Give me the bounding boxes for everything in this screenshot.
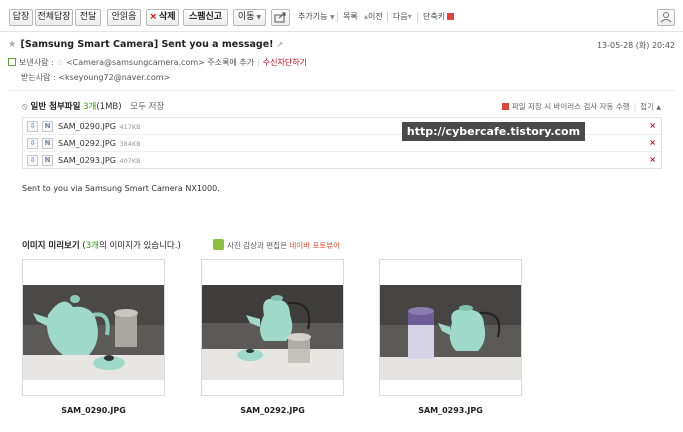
mail-subject-row: ★ [Samsung Smart Camera] Sent you a messa…: [8, 39, 283, 50]
checkbox-icon[interactable]: [8, 58, 16, 66]
photo-teapot-lid-strainer: [23, 285, 164, 380]
more-features-menu[interactable]: 추가기능 ▼: [298, 11, 335, 22]
mail-subject: [Samsung Smart Camera] Sent you a messag…: [20, 39, 274, 50]
download-icon[interactable]: ⇩: [27, 155, 38, 166]
image-count-text: 의 이미지가 있습니다.): [98, 241, 181, 251]
sender-address[interactable]: <Camera@samsungcamera.com>: [66, 58, 205, 67]
download-icon[interactable]: ⇩: [27, 138, 38, 149]
next-link[interactable]: 다음▾: [393, 11, 412, 22]
toolbar-divider: [417, 12, 418, 22]
thumbnail-filename[interactable]: SAM_0292.JPG: [201, 406, 344, 415]
attachment-name: SAM_0293.JPG: [58, 156, 116, 165]
photo-viewer-link[interactable]: 네이버 포토뷰어: [289, 241, 340, 250]
thumbnail-filename[interactable]: SAM_0290.JPG: [22, 406, 165, 415]
toolbar-divider: [387, 12, 388, 22]
recipient-row: 받는사람 : <kseyoung72@naver.com>: [21, 72, 170, 83]
paperclip-icon: ⦸: [22, 102, 28, 112]
mail-body-text: Sent to you via Samsung Smart Camera NX1…: [22, 184, 220, 193]
download-icon[interactable]: ⇩: [27, 121, 38, 132]
virus-scan-notice: 파일 저장 시 바이러스 검사 자동 수행: [511, 102, 630, 111]
image-thumbnail[interactable]: [379, 259, 522, 396]
shortcut-label: 단축키: [423, 12, 446, 21]
star-icon[interactable]: ☆: [56, 58, 63, 67]
photo-teapot-tin: [380, 285, 521, 380]
mail-toolbar: 답장 전체답장 전달 안읽음 × 삭제 스팸신고 이동 ▼ 추가기능 ▼ 목록 ▴이…: [0, 0, 683, 32]
profile-button[interactable]: [657, 9, 675, 26]
delete-icon: ×: [149, 12, 157, 22]
image-count: 3개: [85, 241, 99, 251]
recipient-address[interactable]: <kseyoung72@naver.com>: [58, 73, 170, 82]
divider: |: [633, 102, 637, 111]
share-icon: [274, 12, 286, 23]
move-button[interactable]: 이동 ▼: [233, 9, 266, 26]
reply-button[interactable]: 답장: [9, 9, 33, 26]
attachments-label: 일반 첨부파일: [30, 102, 81, 112]
chevron-down-icon: ▼: [256, 14, 262, 21]
image-preview-title: 이미지 미리보기 (3개의 이미지가 있습니다.): [22, 239, 181, 251]
divider: |: [257, 58, 260, 67]
chevron-down-icon: ▼: [330, 14, 335, 21]
attachments-options: 파일 저장 시 바이러스 검사 자동 수행 | 접기 ▲: [501, 101, 661, 112]
collapse-link[interactable]: 접기: [640, 102, 654, 111]
image-thumbnail[interactable]: [201, 259, 344, 396]
image-thumbnail[interactable]: [22, 259, 165, 396]
mark-unread-button[interactable]: 안읽음: [107, 9, 141, 26]
photo-viewer-text: 사진 감상과 편집은: [227, 241, 287, 250]
attachment-filename[interactable]: SAM_0293.JPG 407KB: [58, 156, 141, 165]
prev-label: 이전: [368, 12, 383, 21]
spam-report-button[interactable]: 스팸신고: [183, 9, 228, 26]
attachments-size: (1MB): [96, 102, 122, 112]
chevron-down-icon: ▾: [407, 12, 412, 21]
toolbar-divider: [337, 12, 338, 22]
attachment-size: 384KB: [119, 140, 141, 148]
move-label: 이동: [237, 12, 255, 22]
ndrive-icon[interactable]: N: [42, 138, 53, 149]
photo-teapot-set: [202, 285, 343, 380]
remove-icon[interactable]: ×: [649, 121, 656, 130]
shortcut-badge-icon: [447, 13, 455, 20]
remove-icon[interactable]: ×: [649, 155, 656, 164]
recipient-label: 받는사람 :: [21, 73, 56, 82]
chevron-up-icon[interactable]: ▲: [656, 104, 661, 111]
external-link-icon[interactable]: ↗: [277, 40, 284, 49]
ndrive-icon[interactable]: N: [42, 121, 53, 132]
person-icon: [660, 12, 672, 23]
forward-button[interactable]: 전달: [75, 9, 101, 26]
attachment-name: SAM_0292.JPG: [58, 139, 116, 148]
attachment-size: 407KB: [119, 157, 141, 165]
star-icon[interactable]: ★: [8, 39, 17, 50]
list-link[interactable]: 목록: [343, 11, 358, 22]
photo-viewer-icon: [213, 239, 224, 250]
share-button[interactable]: [271, 9, 290, 26]
block-sender-link[interactable]: 수신차단하기: [263, 58, 307, 67]
attachments-count: 3개: [83, 102, 97, 112]
attachment-name: SAM_0290.JPG: [58, 122, 116, 131]
attachment-size: 417KB: [119, 123, 141, 131]
remove-icon[interactable]: ×: [649, 138, 656, 147]
photo-viewer-note: 사진 감상과 편집은 네이버 포토뷰어: [213, 239, 340, 251]
blog-watermark: http://cybercafe.tistory.com: [402, 122, 585, 141]
sender-label: 보낸사람 :: [19, 58, 54, 67]
more-features-label: 추가기능: [298, 12, 328, 21]
reply-all-button[interactable]: 전체답장: [35, 9, 73, 26]
next-label: 다음: [393, 12, 408, 21]
delete-button[interactable]: × 삭제: [146, 9, 179, 26]
attachment-item[interactable]: ⇩ N SAM_0293.JPG 407KB ×: [23, 152, 661, 169]
attachments-header: ⦸ 일반 첨부파일 3개(1MB) 모두 저장: [22, 100, 164, 112]
attachment-filename[interactable]: SAM_0292.JPG 384KB: [58, 139, 141, 148]
add-contact-link[interactable]: 주소록에 추가: [207, 58, 254, 67]
save-all-link[interactable]: 모두 저장: [130, 102, 164, 112]
delete-label: 삭제: [158, 12, 176, 22]
shortcut-link[interactable]: 단축키: [423, 11, 455, 22]
thumbnail-filename[interactable]: SAM_0293.JPG: [379, 406, 522, 415]
ndrive-icon[interactable]: N: [42, 155, 53, 166]
header-divider: [8, 90, 675, 91]
image-preview-label: 이미지 미리보기: [22, 241, 80, 251]
prev-link[interactable]: ▴이전: [364, 11, 383, 22]
virus-scan-icon: [501, 103, 509, 110]
attachment-filename[interactable]: SAM_0290.JPG 417KB: [58, 122, 141, 131]
mail-date: 13-05-28 (화) 20:42: [596, 41, 675, 50]
sender-row: 보낸사람 : ☆ <Camera@samsungcamera.com> 주소록에…: [8, 57, 307, 68]
